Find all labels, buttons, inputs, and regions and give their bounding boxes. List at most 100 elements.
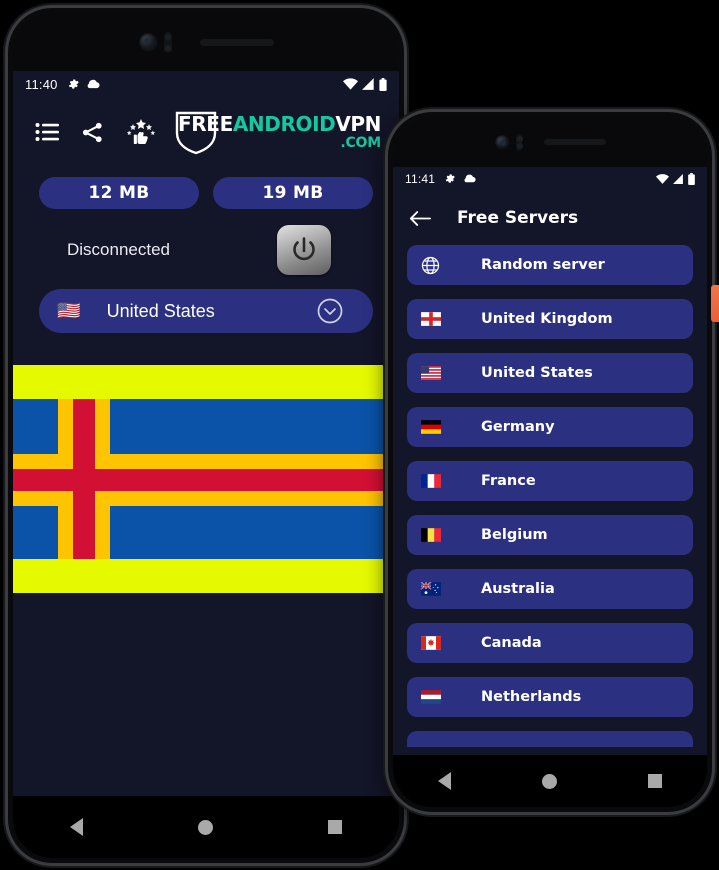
banner-bottom-band xyxy=(13,559,399,593)
banner-top-band xyxy=(13,365,399,399)
phone-secondary-body: 11:41 Free Servers Random server United … xyxy=(393,117,707,807)
menu-list-icon[interactable] xyxy=(35,122,59,142)
promo-flag-banner xyxy=(13,365,399,593)
proximity-sensor-icon xyxy=(163,31,172,53)
usage-pill-row: 12 MB 19 MB xyxy=(13,177,399,209)
server-list-item-partial[interactable] xyxy=(407,731,693,747)
server-list: Random server United Kingdom United Stat… xyxy=(393,245,707,747)
flag-icon-australia xyxy=(421,582,447,596)
server-list-item-canada[interactable]: Canada xyxy=(407,623,693,663)
server-list-item-belgium[interactable]: Belgium xyxy=(407,515,693,555)
proximity-sensor-icon xyxy=(515,133,523,151)
wifi-icon xyxy=(656,174,669,184)
upload-usage-pill[interactable]: 19 MB xyxy=(213,177,373,209)
flag-icon-belgium xyxy=(421,528,447,542)
server-list-item-germany[interactable]: Germany xyxy=(407,407,693,447)
cloud-icon xyxy=(463,174,477,184)
nav-home-icon[interactable] xyxy=(541,773,557,789)
phone-main-top-bezel xyxy=(13,13,399,71)
server-list-item-united-states[interactable]: United States xyxy=(407,353,693,393)
server-list-item-united-kingdom[interactable]: United Kingdom xyxy=(407,299,693,339)
front-camera-icon xyxy=(494,134,510,150)
connection-status-text: Disconnected xyxy=(67,240,171,259)
power-toggle-button[interactable] xyxy=(277,225,331,275)
wifi-icon xyxy=(343,78,358,90)
flag-cross-red-vertical xyxy=(73,399,95,559)
server-list-item-australia[interactable]: Australia xyxy=(407,569,693,609)
status-bar-left-icons xyxy=(67,78,100,90)
front-camera-icon xyxy=(138,32,158,52)
flag-icon-netherlands xyxy=(421,690,447,704)
flag-cross-red-horizontal xyxy=(13,469,399,491)
flag-icon-united-states xyxy=(421,366,447,380)
phone-main-body: 11:40 FREEANDROIDVPN .COM 12 MB 19 MB Di… xyxy=(13,13,399,858)
server-name: United States xyxy=(481,365,593,381)
server-name: Netherlands xyxy=(481,689,582,705)
country-selector[interactable]: 🇺🇸 United States xyxy=(39,289,373,333)
share-icon[interactable] xyxy=(81,121,104,144)
status-bar-left-icons xyxy=(444,173,477,185)
phone-device-secondary: 11:41 Free Servers Random server United … xyxy=(388,112,712,812)
signal-icon xyxy=(362,78,375,90)
country-selector-label: United States xyxy=(106,300,215,321)
globe-icon xyxy=(421,256,447,275)
server-name: United Kingdom xyxy=(481,311,613,327)
side-edge-accent-strip xyxy=(711,285,719,322)
flag-icon-canada xyxy=(421,636,447,650)
chevron-down-icon[interactable] xyxy=(317,298,343,324)
aland-islands-flag-icon xyxy=(13,399,399,559)
phone-secondary-top-bezel xyxy=(393,117,707,167)
nav-recents-icon[interactable] xyxy=(647,774,662,788)
server-list-item-netherlands[interactable]: Netherlands xyxy=(407,677,693,717)
download-usage-pill[interactable]: 12 MB xyxy=(39,177,199,209)
battery-icon xyxy=(379,77,387,91)
status-bar-time: 11:41 xyxy=(405,172,436,186)
status-bar-right-icons xyxy=(343,77,387,91)
nav-home-icon[interactable] xyxy=(197,819,213,835)
logo-text-vpn: VPN xyxy=(335,112,381,136)
nav-back-icon[interactable] xyxy=(70,818,84,836)
page-title: Free Servers xyxy=(457,208,579,228)
power-icon xyxy=(289,235,319,265)
flag-icon-united-kingdom xyxy=(421,312,447,326)
server-list-item-random[interactable]: Random server xyxy=(407,245,693,285)
app-bar-icon-group xyxy=(35,119,156,145)
brand-logo: FREEANDROIDVPN .COM xyxy=(172,109,381,155)
server-name: France xyxy=(481,473,536,489)
server-name: Belgium xyxy=(481,527,548,543)
status-bar-main: 11:40 xyxy=(13,71,399,97)
flag-icon-germany xyxy=(421,420,447,434)
android-nav-bar-secondary xyxy=(393,755,707,807)
gear-icon xyxy=(444,173,456,185)
server-name: Random server xyxy=(481,257,605,273)
country-flag-icon: 🇺🇸 xyxy=(57,300,81,322)
nav-recents-icon[interactable] xyxy=(327,820,342,834)
app-bar-secondary: Free Servers xyxy=(393,191,707,245)
connection-status-row: Disconnected xyxy=(13,223,399,277)
server-name: Germany xyxy=(481,419,555,435)
logo-text-free: FREE xyxy=(178,112,233,136)
server-name: Canada xyxy=(481,635,542,651)
phone-secondary-screen: 11:41 Free Servers Random server United … xyxy=(393,167,707,755)
server-name: Australia xyxy=(481,581,555,597)
earpiece-speaker-icon xyxy=(543,139,606,145)
phone-main-screen: 11:40 FREEANDROIDVPN .COM 12 MB 19 MB Di… xyxy=(13,71,399,796)
cloud-icon xyxy=(86,79,100,89)
rate-thumbs-up-icon[interactable] xyxy=(126,119,156,145)
android-nav-bar-main xyxy=(13,796,399,858)
logo-text-com: .COM xyxy=(340,135,381,151)
earpiece-speaker-icon xyxy=(199,38,274,46)
signal-icon xyxy=(673,174,684,184)
logo-text-android: ANDROID xyxy=(232,112,336,136)
back-arrow-icon[interactable] xyxy=(409,210,431,227)
status-bar-right-icons xyxy=(656,173,695,185)
gear-icon xyxy=(67,78,79,90)
nav-back-icon[interactable] xyxy=(438,772,452,790)
flag-icon-france xyxy=(421,474,447,488)
battery-icon xyxy=(688,173,695,185)
status-bar-time: 11:40 xyxy=(25,76,58,92)
status-bar-secondary: 11:41 xyxy=(393,167,707,191)
phone-device-main: 11:40 FREEANDROIDVPN .COM 12 MB 19 MB Di… xyxy=(8,8,404,863)
app-bar-main: FREEANDROIDVPN .COM xyxy=(13,97,399,167)
server-list-item-france[interactable]: France xyxy=(407,461,693,501)
